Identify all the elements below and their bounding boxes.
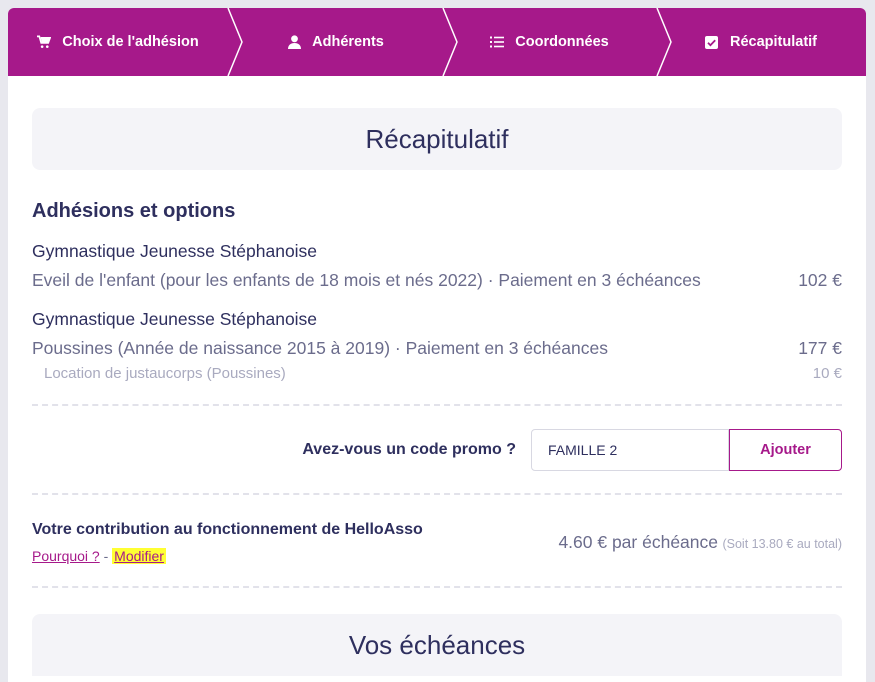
- option-label: Location de justaucorps (Poussines): [44, 365, 286, 382]
- step-label: Choix de l'adhésion: [62, 34, 199, 50]
- contribution-amount-block: 4.60 € par échéance (Soit 13.80 € au tot…: [558, 532, 842, 553]
- add-promo-button[interactable]: Ajouter: [729, 429, 842, 471]
- promo-code-label: Avez-vous un code promo ?: [302, 441, 516, 458]
- list-icon: [490, 35, 505, 49]
- summary-content: Récapitulatif Adhésions et options Gymna…: [32, 108, 842, 676]
- memberships-section-title: Adhésions et options: [32, 200, 236, 222]
- contribution-row: Votre contribution au fonctionnement de …: [32, 521, 842, 564]
- step-members[interactable]: Adhérents: [228, 8, 443, 76]
- dashed-divider: [32, 404, 842, 406]
- association-name: Gymnastique Jeunesse Stéphanoise: [32, 309, 318, 329]
- dashed-divider: [32, 493, 842, 495]
- contribution-amount: 4.60 € par échéance: [558, 532, 719, 552]
- summary-title: Récapitulatif: [32, 108, 842, 170]
- step-label: Coordonnées: [515, 34, 609, 50]
- promo-code-row: Avez-vous un code promo ? Ajouter: [32, 429, 842, 471]
- step-contact-details[interactable]: Coordonnées: [443, 8, 656, 76]
- option-price: 10 €: [812, 365, 842, 382]
- modify-contribution-link[interactable]: Modifier: [112, 548, 166, 564]
- membership-line: Poussines (Année de naissance 2015 à 201…: [32, 338, 842, 359]
- contribution-info: Votre contribution au fonctionnement de …: [32, 521, 423, 564]
- membership-line: Eveil de l'enfant (pour les enfants de 1…: [32, 270, 842, 291]
- step-separator: [442, 8, 458, 76]
- checkbox-icon: [705, 35, 719, 49]
- step-membership-choice[interactable]: Choix de l'adhésion: [8, 8, 228, 76]
- step-summary[interactable]: Récapitulatif: [656, 8, 866, 76]
- membership-price: 177 €: [798, 338, 842, 358]
- contribution-total: (Soit 13.80 € au total): [722, 537, 842, 551]
- step-label: Récapitulatif: [729, 34, 817, 50]
- checkout-stepper: Choix de l'adhésion Adhérents Coordonnée…: [8, 8, 866, 76]
- contribution-title: Votre contribution au fonctionnement de …: [32, 521, 423, 538]
- user-icon: [287, 35, 301, 49]
- association-name: Gymnastique Jeunesse Stéphanoise: [32, 241, 318, 261]
- promo-code-input[interactable]: [531, 429, 729, 471]
- membership-item: Gymnastique Jeunesse Stéphanoise Eveil d…: [32, 241, 842, 291]
- step-separator: [656, 8, 672, 76]
- step-label: Adhérents: [312, 34, 384, 50]
- cart-icon: [37, 35, 52, 49]
- step-separator: [227, 8, 243, 76]
- membership-description: Poussines (Année de naissance 2015 à 201…: [32, 338, 608, 358]
- dashed-divider: [32, 586, 842, 588]
- contribution-links: Pourquoi ? - Modifier: [32, 548, 423, 564]
- membership-item: Gymnastique Jeunesse Stéphanoise Poussin…: [32, 309, 842, 382]
- schedule-title: Vos échéances: [32, 614, 842, 676]
- why-link[interactable]: Pourquoi ?: [32, 548, 100, 564]
- option-line: Location de justaucorps (Poussines) 10 €: [32, 365, 842, 382]
- membership-price: 102 €: [798, 270, 842, 290]
- membership-description: Eveil de l'enfant (pour les enfants de 1…: [32, 270, 701, 290]
- link-separator: -: [103, 548, 109, 564]
- checkout-page: Choix de l'adhésion Adhérents Coordonnée…: [8, 8, 866, 682]
